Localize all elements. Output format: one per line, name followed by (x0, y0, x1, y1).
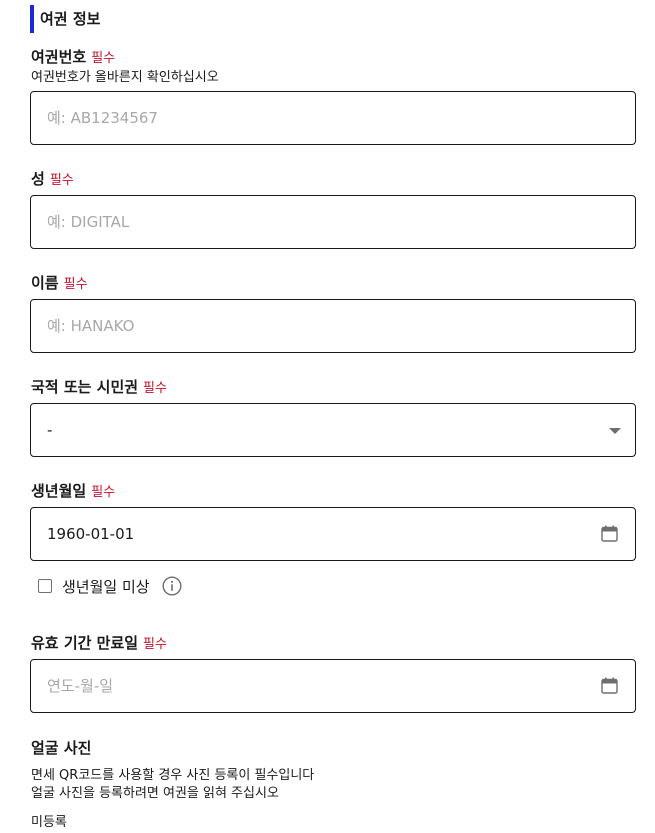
birthdate-value: 1960-01-01 (47, 525, 135, 543)
surname-label-text: 성 (31, 170, 45, 188)
birthdate-label-text: 생년월일 (31, 482, 87, 500)
nationality-label-text: 국적 또는 시민권 (31, 378, 139, 396)
nationality-label: 국적 또는 시민권 필수 (31, 377, 167, 399)
surname-label: 성 필수 (31, 169, 74, 191)
given-name-field[interactable] (30, 299, 636, 353)
calendar-icon[interactable] (601, 525, 618, 542)
birthdate-unknown-label[interactable]: 생년월일 미상 (62, 576, 150, 597)
given-name-label: 이름 필수 (31, 273, 88, 295)
birthdate-unknown-checkbox[interactable] (38, 579, 52, 593)
birthdate-label: 생년월일 필수 (31, 481, 115, 503)
given-name-input[interactable] (47, 300, 587, 352)
calendar-icon[interactable] (601, 677, 618, 694)
expiry-label-text: 유효 기간 만료일 (31, 634, 139, 652)
passport-number-field[interactable] (30, 91, 636, 145)
nationality-select[interactable]: - (30, 403, 636, 457)
expiry-label: 유효 기간 만료일 필수 (31, 633, 167, 655)
face-photo-title: 얼굴 사진 (31, 739, 92, 757)
required-badge: 필수 (49, 173, 74, 188)
section-title: 여권 정보 (30, 5, 100, 33)
passport-number-label-text: 여권번호 (31, 48, 87, 66)
nationality-selected-value: - (47, 421, 53, 439)
surname-input[interactable] (47, 196, 587, 248)
surname-field[interactable] (30, 195, 636, 249)
required-badge: 필수 (143, 381, 167, 396)
passport-number-input[interactable] (47, 92, 587, 144)
required-badge: 필수 (91, 51, 116, 66)
face-photo-desc-line2: 얼굴 사진을 등록하려면 여권을 읽혀 주십시오 (31, 786, 279, 801)
chevron-down-icon[interactable] (609, 428, 621, 434)
passport-number-hint: 여권번호가 올바른지 확인하십시오 (31, 70, 219, 85)
birthdate-unknown-row: 생년월일 미상 (38, 576, 182, 596)
expiry-field[interactable] (30, 659, 636, 713)
required-badge: 필수 (91, 485, 116, 500)
given-name-label-text: 이름 (31, 274, 59, 292)
face-photo-desc-line1: 면세 QR코드를 사용할 경우 사진 등록이 필수입니다 (31, 768, 315, 783)
info-icon[interactable] (162, 576, 182, 596)
required-badge: 필수 (143, 637, 167, 652)
expiry-input[interactable] (47, 660, 577, 712)
required-badge: 필수 (63, 277, 88, 292)
face-photo-description: 면세 QR코드를 사용할 경우 사진 등록이 필수입니다 얼굴 사진을 등록하려… (31, 767, 314, 803)
birthdate-field[interactable]: 1960-01-01 (30, 507, 636, 561)
face-photo-status: 미등록 (31, 815, 67, 830)
passport-number-label: 여권번호 필수 (31, 47, 115, 69)
